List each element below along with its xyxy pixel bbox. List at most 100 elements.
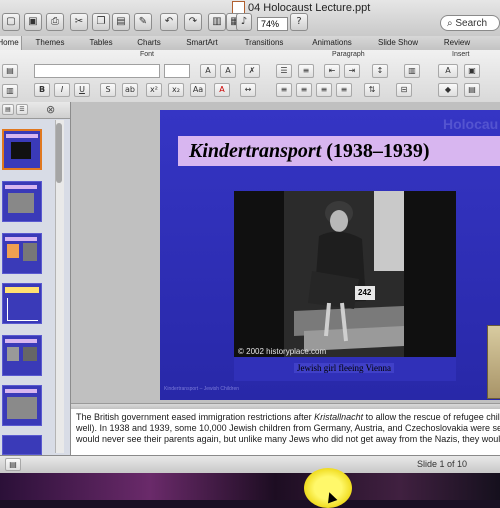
- layout-button[interactable]: ▤: [2, 64, 18, 78]
- grow-font-button[interactable]: A: [200, 64, 216, 78]
- format-painter-button[interactable]: ✎: [134, 13, 152, 31]
- photo-credit: © 2002 historyplace.com: [238, 347, 327, 356]
- chart-button[interactable]: ▥: [208, 13, 226, 31]
- tab-tables[interactable]: Tables: [84, 36, 118, 50]
- new-button[interactable]: ▢: [2, 13, 20, 31]
- slide-title-years: (1938–1939): [326, 140, 430, 162]
- align-left-button[interactable]: ≡: [276, 83, 292, 97]
- shape-button[interactable]: ◆: [438, 83, 458, 97]
- notes-line-3: would never see their parents again, but…: [76, 434, 500, 444]
- group-label-font: Font: [140, 51, 155, 58]
- notes-line-1: The British government eased immigration…: [76, 412, 500, 423]
- media-button[interactable]: ♪: [236, 13, 252, 31]
- superscript-button[interactable]: x²: [146, 83, 162, 97]
- align-text-button[interactable]: ⊟: [396, 83, 412, 97]
- slide-panel-scroll-thumb[interactable]: [56, 123, 62, 183]
- slide-thumbnail-2[interactable]: [2, 181, 42, 222]
- tab-animations[interactable]: Animations: [306, 36, 358, 50]
- slide-photo[interactable]: 242: [234, 191, 456, 357]
- zoom-field[interactable]: 74%: [257, 17, 288, 31]
- slide-thumbnail-4[interactable]: [2, 283, 42, 324]
- slide-thumbnail-3[interactable]: [2, 233, 42, 274]
- columns-button[interactable]: ▥: [404, 64, 420, 78]
- clear-format-button[interactable]: ✗: [244, 64, 260, 78]
- char-spacing-button[interactable]: ↔: [240, 83, 256, 97]
- slide-thumbnail-6[interactable]: [2, 385, 42, 426]
- window-title: 04 Holocaust Lecture.ppt: [248, 2, 371, 14]
- status-bar: ▤ Slide 1 of 10: [0, 455, 500, 474]
- redo-button[interactable]: ↷: [184, 13, 202, 31]
- underline-button[interactable]: U: [74, 83, 90, 97]
- tab-slide-show[interactable]: Slide Show: [374, 36, 422, 50]
- strikethrough-button[interactable]: ab: [122, 83, 138, 97]
- normal-view-button[interactable]: ▤: [5, 458, 21, 471]
- paste-button[interactable]: ▤: [112, 13, 130, 31]
- tab-charts[interactable]: Charts: [132, 36, 166, 50]
- font-size-field[interactable]: [164, 64, 190, 78]
- slide-panel: ▤ ☰ ⊗: [0, 102, 71, 455]
- font-color-button[interactable]: A: [214, 83, 230, 97]
- shadow-button[interactable]: S: [100, 83, 116, 97]
- group-label-paragraph: Paragraph: [332, 51, 365, 58]
- line-spacing-button[interactable]: ↕: [372, 64, 388, 78]
- slide-title-main: Kindertransport: [189, 140, 322, 162]
- bullets-button[interactable]: ☰: [276, 64, 292, 78]
- search-input[interactable]: ⌕ Search: [440, 15, 500, 31]
- italic-button[interactable]: I: [54, 83, 70, 97]
- bold-button[interactable]: B: [34, 83, 50, 97]
- notes-text: The British government eased immigration…: [76, 412, 500, 445]
- text-direction-button[interactable]: ⇅: [364, 83, 380, 97]
- copy-button[interactable]: ❐: [92, 13, 110, 31]
- arrange-button[interactable]: ▤: [464, 83, 480, 97]
- slide-title[interactable]: Kindertransport (1938–1939): [189, 140, 489, 163]
- photo-illustration: [234, 191, 456, 357]
- notes-line-1-a: The British government eased immigration…: [76, 412, 315, 422]
- save-button[interactable]: ▣: [24, 13, 42, 31]
- photo-caption[interactable]: Jewish girl fleeing Vienna: [294, 363, 395, 373]
- toolbar: 04 Holocaust Lecture.ppt ▢ ▣ ⎙ ✂ ❐ ▤ ✎ ↶…: [0, 0, 500, 37]
- notes-pane[interactable]: The British government eased immigration…: [71, 409, 500, 455]
- slide-footer-link[interactable]: Kindertransport – Jewish Children: [164, 386, 239, 392]
- search-placeholder: Search: [455, 18, 488, 29]
- help-button[interactable]: ?: [290, 13, 308, 31]
- tab-smartart[interactable]: SmartArt: [180, 36, 224, 50]
- tab-home[interactable]: Home: [0, 36, 22, 50]
- increase-indent-button[interactable]: ⇥: [344, 64, 360, 78]
- numbering-button[interactable]: ≡: [298, 64, 314, 78]
- subscript-button[interactable]: x₂: [168, 83, 184, 97]
- align-right-button[interactable]: ≡: [316, 83, 332, 97]
- notes-line-1-italic: Kristallnacht: [314, 412, 364, 422]
- cut-button[interactable]: ✂: [70, 13, 88, 31]
- slide-thumbnail-7[interactable]: [2, 435, 42, 455]
- section-button[interactable]: ▥: [2, 84, 18, 98]
- align-center-button[interactable]: ≡: [296, 83, 312, 97]
- slide-thumbnail-5[interactable]: [2, 335, 42, 376]
- background-window-edge[interactable]: [487, 325, 500, 399]
- outline-view-button[interactable]: ☰: [16, 104, 28, 115]
- photo-tag-number: 242: [358, 288, 372, 297]
- slide-thumbnail-1[interactable]: [2, 129, 42, 170]
- change-case-button[interactable]: Aa: [190, 83, 206, 97]
- slide-panel-header: ▤ ☰ ⊗: [0, 102, 70, 119]
- tab-themes[interactable]: Themes: [30, 36, 70, 50]
- desktop-background: [0, 473, 500, 500]
- undo-button[interactable]: ↶: [160, 13, 178, 31]
- shrink-font-button[interactable]: A: [220, 64, 236, 78]
- font-name-field[interactable]: [34, 64, 160, 78]
- tab-transitions[interactable]: Transitions: [238, 36, 290, 50]
- decrease-indent-button[interactable]: ⇤: [324, 64, 340, 78]
- slides-view-button[interactable]: ▤: [2, 104, 14, 115]
- slide-corner-text: Holocau: [443, 116, 499, 132]
- text-box-button[interactable]: A: [438, 64, 458, 78]
- picture-button[interactable]: ▣: [464, 64, 480, 78]
- print-button[interactable]: ⎙: [46, 13, 64, 31]
- slide-indicator: Slide 1 of 10: [417, 459, 468, 469]
- ribbon-home: Font Paragraph Insert ▤ ▥ A A ✗ B I U S …: [0, 50, 500, 103]
- notes-line-2: well). In 1938 and 1939, some 10,000 Jew…: [76, 423, 500, 433]
- close-panel-icon[interactable]: ⊗: [46, 103, 55, 116]
- tab-review[interactable]: Review: [438, 36, 476, 50]
- justify-button[interactable]: ≡: [336, 83, 352, 97]
- slide-canvas[interactable]: Holocau Kindertransport (1938–1939) 242 …: [160, 110, 500, 400]
- group-label-insert: Insert: [452, 51, 470, 58]
- ribbon-tabs: Home Themes Tables Charts SmartArt Trans…: [0, 36, 500, 51]
